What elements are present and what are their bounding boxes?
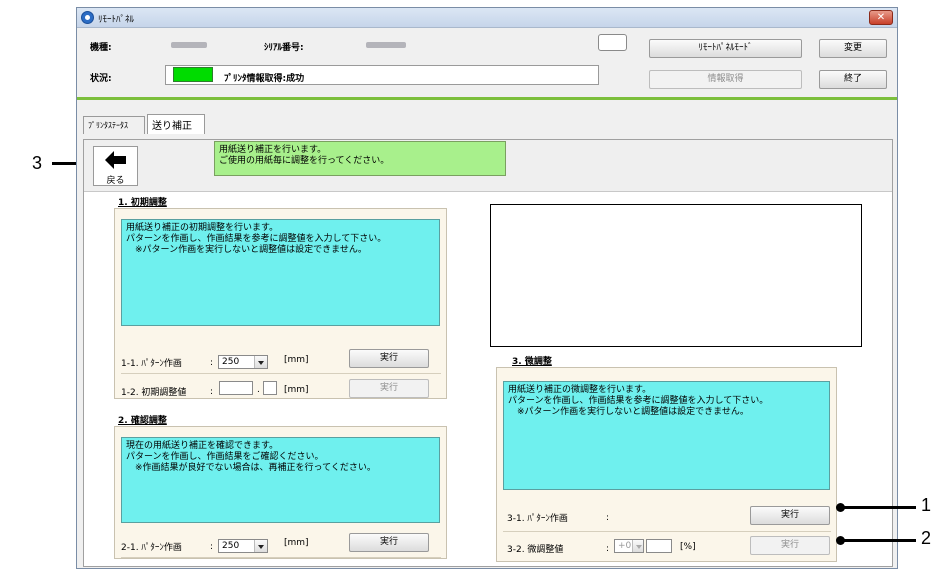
execute-button-3-1[interactable]: 実行 — [750, 506, 830, 525]
fine-desc-line-3: ※パターン作画を実行しないと調整値は設定できません。 — [508, 407, 749, 417]
header-separator — [77, 97, 897, 100]
fine-adjust-description: 用紙送り補正の微調整を行います。 パターンを作画し、作画結果を参考に調整値を入力… — [503, 381, 830, 490]
callout-1: 1 — [921, 495, 932, 515]
colon-3-1: : — [606, 513, 610, 523]
initial-desc-line-2: パターンを作画し、作画結果を参考に調整値を入力して下さい。 — [126, 234, 387, 244]
confirm-adjust-description: 現在の用紙送り補正を確認できます。 パターンを作画し、作画結果をご確認ください。… — [121, 437, 440, 523]
serial-label: ｼﾘｱﾙ番号: — [264, 43, 304, 53]
get-info-button[interactable]: 情報取得 — [649, 70, 802, 89]
pattern-length-select-2-1[interactable]: 250 — [218, 539, 268, 553]
remote-panel-mode-button[interactable]: ﾘﾓｰﾄﾊﾟﾈﾙﾓｰﾄﾞ — [649, 39, 802, 58]
change-button[interactable]: 変更 — [819, 39, 887, 58]
divider-3 — [503, 531, 831, 532]
unit-1-1: [mm] — [284, 355, 309, 365]
status-label: 状況: — [90, 74, 112, 84]
callout-2-line — [842, 539, 916, 542]
initial-value-frac-input[interactable] — [263, 381, 277, 395]
colon-3-2: : — [606, 544, 610, 554]
pattern-draw-label-1-1: 1-1. ﾊﾟﾀｰﾝ作画 — [121, 359, 182, 369]
fine-desc-line-1: 用紙送り補正の微調整を行います。 — [508, 385, 652, 395]
fine-desc-line-2: パターンを作画し、作画結果を参考に調整値を入力して下さい。 — [508, 396, 769, 406]
initial-adjust-box: 用紙送り補正の初期調整を行います。 パターンを作画し、作画結果を参考に調整値を入… — [114, 208, 447, 399]
serial-value-redacted — [366, 42, 406, 48]
fine-value-input[interactable] — [646, 539, 672, 553]
back-button[interactable]: 戻る — [93, 146, 138, 186]
confirm-adjust-title: 2. 確認調整 — [118, 416, 167, 426]
divider-1 — [121, 373, 441, 374]
info-message-line-1: 用紙送り補正を行います。 — [219, 145, 327, 155]
model-value-redacted — [171, 42, 207, 48]
confirm-desc-line-1: 現在の用紙送り補正を確認できます。 — [126, 441, 279, 451]
serial-indicator-box — [598, 34, 627, 51]
initial-desc-line-1: 用紙送り補正の初期調整を行います。 — [126, 223, 279, 233]
close-button[interactable]: ✕ — [869, 10, 893, 25]
preview-box — [490, 204, 862, 347]
info-message: 用紙送り補正を行います。 ご使用の用紙毎に調整を行ってください。 — [214, 141, 506, 176]
callout-2: 2 — [921, 528, 932, 548]
unit-2-1: [mm] — [284, 538, 309, 548]
title-bar: ﾘﾓｰﾄﾊﾟﾈﾙ ✕ — [77, 8, 897, 28]
info-message-line-2: ご使用の用紙毎に調整を行ってください。 — [219, 156, 390, 166]
chevron-down-icon[interactable] — [254, 356, 267, 368]
chevron-down-icon[interactable] — [632, 540, 643, 552]
confirm-adjust-box: 現在の用紙送り補正を確認できます。 パターンを作画し、作画結果をご確認ください。… — [114, 426, 447, 559]
decimal-point: . — [257, 385, 260, 395]
pattern-length-select-1-1[interactable]: 250 — [218, 355, 268, 369]
confirm-desc-line-3: ※作画結果が良好でない場合は、再補正を行ってください。 — [126, 463, 376, 473]
initial-value-label-1-2: 1-2. 初期調整値 — [121, 388, 187, 398]
pattern-draw-label-2-1: 2-1. ﾊﾟﾀｰﾝ作画 — [121, 543, 182, 553]
execute-button-2-1[interactable]: 実行 — [349, 533, 429, 552]
execute-button-3-2[interactable]: 実行 — [750, 536, 830, 555]
window-title: ﾘﾓｰﾄﾊﾟﾈﾙ — [98, 15, 135, 25]
back-arrow-icon — [104, 151, 126, 169]
status-indicator — [173, 67, 213, 82]
callout-3: 3 — [32, 153, 43, 173]
tab-feed-correction[interactable]: 送り補正 — [147, 114, 205, 134]
confirm-desc-line-2: パターンを作画し、作画結果をご確認ください。 — [126, 452, 324, 462]
fine-value-select[interactable]: +0. — [614, 539, 644, 553]
pattern-length-value-1-1: 250 — [222, 357, 240, 367]
app-icon — [81, 11, 94, 24]
pattern-draw-label-3-1: 3-1. ﾊﾟﾀｰﾝ作画 — [507, 514, 568, 524]
chevron-down-icon[interactable] — [254, 540, 267, 552]
execute-button-1-2[interactable]: 実行 — [349, 379, 429, 398]
execute-button-1-1[interactable]: 実行 — [349, 349, 429, 368]
initial-adjust-title: 1. 初期調整 — [118, 198, 167, 208]
tab-printer-status[interactable]: ﾌﾟﾘﾝﾀｽﾃｰﾀｽ — [83, 116, 145, 134]
colon-2-1: : — [210, 542, 214, 552]
initial-desc-line-3: ※パターン作画を実行しないと調整値は設定できません。 — [126, 245, 367, 255]
colon-1-1: : — [210, 358, 214, 368]
remote-panel-window: ﾘﾓｰﾄﾊﾟﾈﾙ ✕ 機種: ｼﾘｱﾙ番号: ﾘﾓｰﾄﾊﾟﾈﾙﾓｰﾄﾞ 変更 状… — [76, 7, 898, 569]
callout-1-line — [842, 506, 916, 509]
colon-1-2: : — [210, 387, 214, 397]
model-label: 機種: — [90, 43, 112, 53]
feed-correction-panel: 戻る 用紙送り補正を行います。 ご使用の用紙毎に調整を行ってください。 1. 初… — [83, 139, 893, 567]
unit-3-2: [%] — [680, 542, 696, 552]
unit-1-2: [mm] — [284, 385, 309, 395]
status-text: ﾌﾟﾘﾝﾀ情報取得:成功 — [224, 74, 305, 84]
fine-adjust-box: 用紙送り補正の微調整を行います。 パターンを作画し、作画結果を参考に調整値を入力… — [496, 367, 837, 562]
divider-2 — [121, 557, 441, 558]
pattern-length-value-2-1: 250 — [222, 541, 240, 551]
back-label: 戻る — [106, 176, 125, 186]
initial-value-int-input[interactable] — [219, 381, 253, 395]
initial-adjust-description: 用紙送り補正の初期調整を行います。 パターンを作画し、作画結果を参考に調整値を入… — [121, 219, 440, 326]
top-band: 戻る 用紙送り補正を行います。 ご使用の用紙毎に調整を行ってください。 — [84, 140, 892, 192]
fine-adjust-title: 3. 微調整 — [512, 357, 552, 367]
fine-value-label-3-2: 3-2. 微調整値 — [507, 545, 564, 555]
exit-button[interactable]: 終了 — [819, 70, 887, 89]
